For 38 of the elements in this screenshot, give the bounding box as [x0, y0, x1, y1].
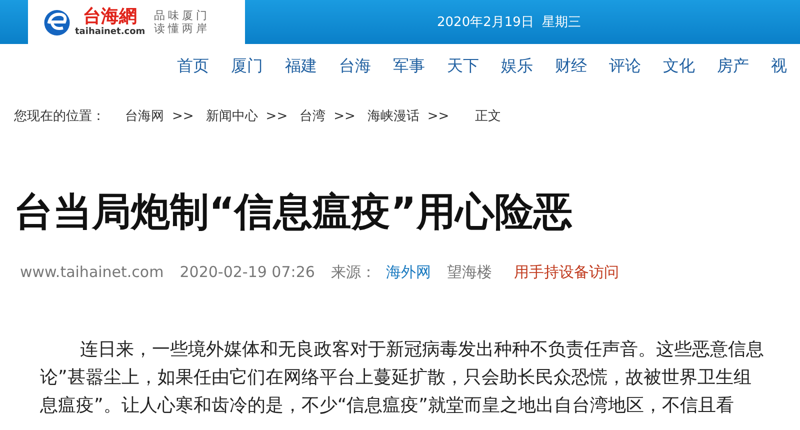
- nav-link[interactable]: 首页: [177, 56, 209, 78]
- article-title: 台当局炮制“信息瘟疫”用心险恶: [14, 189, 574, 237]
- source-label: 来源：: [330, 263, 376, 282]
- nav-link[interactable]: 视: [771, 56, 787, 78]
- logo-name: 台海網: [83, 6, 138, 26]
- breadcrumb-link[interactable]: 新闻中心: [206, 107, 258, 125]
- nav-link[interactable]: 福建: [285, 56, 317, 78]
- publish-time: 2020-02-19 07:26: [180, 263, 315, 282]
- article-text: 论”甚嚣尘上，如果任由它们在网络平台上蔓延扩散，只会助长民众恐慌，故被世界卫生组: [39, 366, 752, 390]
- nav-link[interactable]: 天下: [447, 56, 479, 78]
- breadcrumb-link[interactable]: 台湾: [300, 107, 326, 125]
- breadcrumb-separator: >>: [427, 108, 450, 124]
- slogan: 读懂两岸: [154, 22, 210, 35]
- logo-icon: [42, 7, 72, 37]
- breadcrumb-link[interactable]: 台海网: [125, 107, 164, 125]
- author-name: 望海楼: [446, 263, 492, 282]
- mobile-link[interactable]: 用手持设备访问: [514, 263, 619, 282]
- nav-link[interactable]: 军事: [393, 56, 425, 78]
- logo-domain: taihainet.com: [75, 26, 146, 38]
- source-link[interactable]: 海外网: [386, 263, 431, 282]
- date-text: 2020年2月19日 星期三: [437, 14, 582, 31]
- slogan: 品味厦门: [154, 9, 210, 22]
- location-label: 您现在的位置：: [14, 108, 105, 125]
- breadcrumb-separator: >>: [172, 108, 194, 124]
- nav-link[interactable]: 房产: [717, 56, 749, 78]
- article-text: 连日来，一些境外媒体和无良政客对于新冠病毒发出种种不负责任声音。这些恶意信息: [79, 338, 765, 362]
- article-text: 息瘟疫”。让人心寒和齿冷的是，不少“信息瘟疫”就堂而皇之地出自台湾地区，不信且看: [39, 394, 735, 418]
- nav-link[interactable]: 财经: [555, 56, 587, 78]
- nav-link[interactable]: 文化: [663, 56, 695, 78]
- site-url: www.taihainet.com: [20, 263, 164, 282]
- nav-link[interactable]: 厦门: [231, 56, 263, 78]
- nav-link[interactable]: 娱乐: [501, 56, 533, 78]
- breadcrumb-link[interactable]: 海峡漫话: [367, 107, 420, 125]
- nav-link[interactable]: 评论: [609, 56, 641, 78]
- nav-link[interactable]: 台海: [339, 56, 371, 78]
- breadcrumb-link[interactable]: 正文: [475, 107, 502, 125]
- breadcrumb-separator: >>: [266, 108, 288, 124]
- breadcrumb-separator: >>: [334, 108, 356, 124]
